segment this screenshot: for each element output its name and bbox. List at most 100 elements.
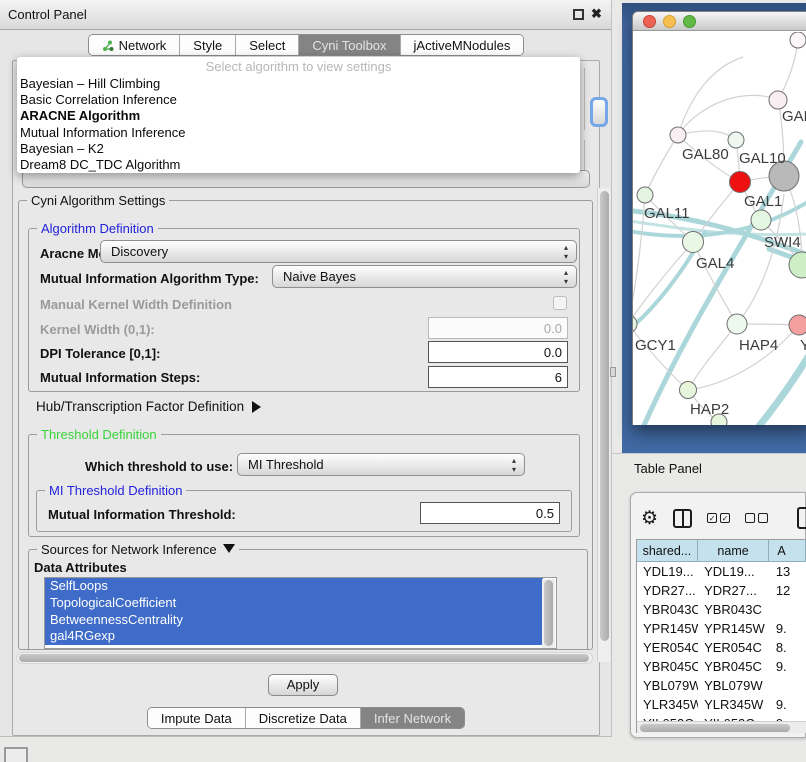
select-all-columns-icon[interactable]: ✓✓ xyxy=(707,513,730,523)
list-vertical-scrollbar[interactable] xyxy=(542,579,555,648)
scrollbar-thumb[interactable] xyxy=(19,654,589,662)
tab-impute-data[interactable]: Impute Data xyxy=(148,708,245,728)
network-window-titlebar[interactable] xyxy=(633,12,806,31)
hidden-focused-combo-fragment[interactable] xyxy=(590,97,608,127)
which-threshold-combo[interactable]: MI Threshold ▴▾ xyxy=(237,453,525,476)
tab-discretize-data[interactable]: Discretize Data xyxy=(245,708,360,728)
scrollbar-thumb[interactable] xyxy=(640,724,790,732)
tab-infer-network[interactable]: Infer Network xyxy=(360,708,464,728)
table-horizontal-scrollbar[interactable] xyxy=(637,721,806,733)
table-row[interactable]: YBR043CYBR043C xyxy=(637,600,806,619)
table-cell[interactable]: YBR043C xyxy=(698,600,770,619)
tab-style[interactable]: Style xyxy=(179,35,235,55)
table-row[interactable]: YLR345WYLR345W9. xyxy=(637,695,806,714)
table-row[interactable]: YBL079WYBL079W xyxy=(637,676,806,695)
mi-threshold-field[interactable]: 0.5 xyxy=(420,502,560,524)
node-gal80[interactable] xyxy=(670,127,686,143)
algorithm-option[interactable]: Bayesian – Hill Climbing xyxy=(17,76,580,92)
algorithm-option-selected[interactable]: ARACNE Algorithm xyxy=(17,108,580,124)
mi-algorithm-type-combo[interactable]: Naive Bayes ▴▾ xyxy=(272,265,577,288)
table-cell[interactable]: YPR145W xyxy=(698,619,770,638)
minimize-traffic-light-icon[interactable] xyxy=(663,15,676,28)
algorithm-option[interactable]: Mutual Information Inference xyxy=(17,125,580,141)
table-row[interactable]: YBR045CYBR045C9. xyxy=(637,657,806,676)
mi-steps-field[interactable]: 6 xyxy=(428,366,568,388)
edge[interactable] xyxy=(688,324,737,390)
node-gal10[interactable] xyxy=(728,132,744,148)
table-cell[interactable]: YBL079W xyxy=(637,676,698,695)
bottom-corner-button[interactable] xyxy=(4,747,28,762)
column-header-shared-name[interactable]: shared... xyxy=(637,540,698,562)
edge[interactable] xyxy=(633,242,693,324)
settings-horizontal-scrollbar[interactable] xyxy=(16,652,593,664)
table-cell[interactable]: 13 xyxy=(770,562,806,581)
network-canvas[interactable]: GAL GAL80 GAL10 GAL1 GAL11 SWI4 GAL4 GCY… xyxy=(633,32,806,425)
table-cell[interactable]: 9. xyxy=(770,695,806,714)
kernel-width-field[interactable]: 0.0 xyxy=(428,317,568,339)
tab-cyni-toolbox[interactable]: Cyni Toolbox xyxy=(298,35,399,55)
algorithm-option[interactable]: Dream8 DC_TDC Algorithm xyxy=(17,157,580,173)
table-cell[interactable]: YBR045C xyxy=(637,657,698,676)
manual-kernel-checkbox[interactable] xyxy=(553,296,567,310)
table-row[interactable]: YPR145WYPR145W9. xyxy=(637,619,806,638)
table-cell[interactable]: YDL19... xyxy=(698,562,770,581)
table-cell[interactable]: YBR043C xyxy=(637,600,698,619)
table-cell[interactable]: YDR27... xyxy=(698,581,770,600)
edge[interactable] xyxy=(645,135,678,195)
table-cell[interactable]: YDR27... xyxy=(637,581,698,600)
sources-toggle[interactable]: Sources for Network Inference xyxy=(37,542,239,557)
table-cell[interactable]: 9. xyxy=(770,619,806,638)
node-gal4[interactable] xyxy=(683,232,704,253)
node[interactable] xyxy=(790,32,806,48)
export-table-icon[interactable] xyxy=(797,507,806,529)
node-salmon[interactable] xyxy=(789,315,806,335)
table-row[interactable]: YER054CYER054C8. xyxy=(637,638,806,657)
table-cell[interactable]: 12 xyxy=(770,581,806,600)
table-cell[interactable]: YBR045C xyxy=(698,657,770,676)
algorithm-option[interactable]: Basic Correlation Inference xyxy=(17,92,580,108)
table-cell[interactable]: YER054C xyxy=(637,638,698,657)
table-cell[interactable]: 9. xyxy=(770,657,806,676)
table-cell[interactable]: YLR345W xyxy=(698,695,770,714)
panel-splitter-handle[interactable] xyxy=(610,367,616,377)
table-cell[interactable]: 8. xyxy=(770,638,806,657)
close-icon[interactable]: ✖ xyxy=(591,6,602,22)
attribute-item-selected[interactable]: BetweennessCentrality xyxy=(45,612,543,629)
attribute-item-selected[interactable]: SelfLoops xyxy=(45,578,543,595)
node-gal1-red[interactable] xyxy=(730,172,751,193)
table-row[interactable]: YDR27...YDR27...12 xyxy=(637,581,806,600)
node-gcy1[interactable] xyxy=(633,315,637,333)
unselect-all-columns-icon[interactable] xyxy=(745,513,768,523)
scrollbar-thumb[interactable] xyxy=(544,580,553,646)
tab-jactivemnodules[interactable]: jActiveMNodules xyxy=(400,35,524,55)
node-gal7[interactable] xyxy=(769,91,787,109)
node-hap4[interactable] xyxy=(727,314,747,334)
table-cell[interactable]: YPR145W xyxy=(637,619,698,638)
dpi-tolerance-field[interactable]: 0.0 xyxy=(428,341,568,363)
scrollbar-thumb[interactable] xyxy=(600,191,609,641)
column-header-partial[interactable]: A xyxy=(769,540,806,562)
attribute-item-selected[interactable]: gal4RGexp xyxy=(45,628,543,645)
table-cell[interactable]: YDL19... xyxy=(637,562,698,581)
tab-select[interactable]: Select xyxy=(235,35,298,55)
zoom-traffic-light-icon[interactable] xyxy=(683,15,696,28)
hub-definition-toggle[interactable]: Hub/Transcription Factor Definition xyxy=(36,399,261,414)
close-traffic-light-icon[interactable] xyxy=(643,15,656,28)
float-window-icon[interactable] xyxy=(573,9,584,20)
table-cell[interactable]: YLR345W xyxy=(637,695,698,714)
column-browser-icon[interactable] xyxy=(673,509,692,528)
table-cell[interactable]: YER054C xyxy=(698,638,770,657)
edge[interactable] xyxy=(754,352,806,425)
node-gal11[interactable] xyxy=(637,187,653,203)
edge[interactable] xyxy=(678,131,736,140)
edge[interactable] xyxy=(688,325,799,390)
table-cell[interactable]: YBL079W xyxy=(698,676,770,695)
apply-button[interactable]: Apply xyxy=(268,674,338,696)
tab-network[interactable]: Network xyxy=(89,35,180,55)
table-settings-gear-icon[interactable]: ⚙ xyxy=(641,509,658,528)
attribute-item-selected[interactable]: TopologicalCoefficient xyxy=(45,595,543,612)
algorithm-option[interactable]: Bayesian – K2 xyxy=(17,141,580,157)
settings-vertical-scrollbar[interactable] xyxy=(597,188,610,662)
table-cell[interactable] xyxy=(770,676,806,695)
table-cell[interactable] xyxy=(770,600,806,619)
